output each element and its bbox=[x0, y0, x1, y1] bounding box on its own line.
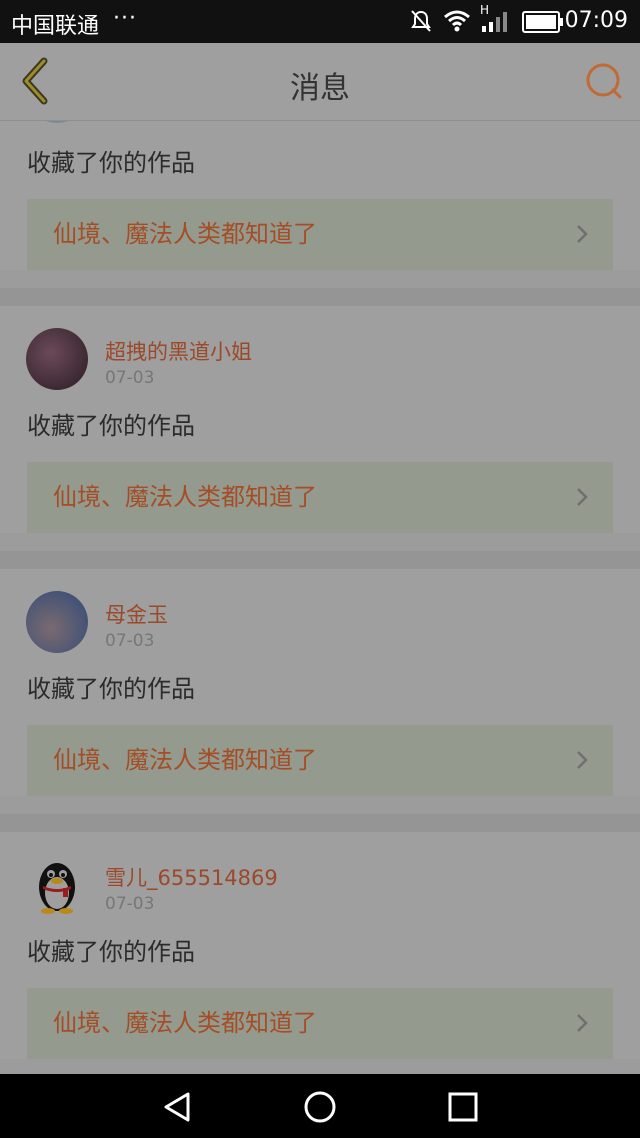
page-title: 消息 bbox=[290, 71, 350, 106]
list-item: 母金玉 07-03 收藏了你的作品 仙境、魔法人类都知道了 bbox=[0, 569, 640, 796]
nav-recent-icon[interactable] bbox=[446, 1090, 480, 1124]
username[interactable]: 超拽的黑道小姐 bbox=[105, 336, 252, 366]
message-action: 收藏了你的作品 bbox=[27, 149, 195, 177]
user-row[interactable]: 超拽的黑道小姐 07-03 bbox=[0, 306, 640, 402]
work-title: 仙境、魔法人类都知道了 bbox=[53, 220, 317, 248]
message-action: 收藏了你的作品 bbox=[27, 675, 195, 703]
chevron-right-icon bbox=[577, 1014, 588, 1032]
avatar[interactable] bbox=[26, 328, 88, 390]
nav-home-icon[interactable] bbox=[303, 1090, 337, 1124]
message-action: 收藏了你的作品 bbox=[27, 938, 195, 966]
username[interactable]: 母金玉 bbox=[105, 599, 168, 629]
timestamp: 07-03 bbox=[105, 894, 155, 914]
timestamp: 07-03 bbox=[105, 368, 155, 388]
mute-icon bbox=[411, 10, 431, 32]
more-notifications-indicator: ··· bbox=[113, 6, 137, 31]
divider bbox=[0, 814, 640, 832]
message-list: 收藏了你的作品 仙境、魔法人类都知道了 超拽的黑道小姐 07-03 收藏了你的作… bbox=[0, 121, 640, 1074]
work-title: 仙境、魔法人类都知道了 bbox=[53, 483, 317, 511]
battery-icon bbox=[522, 11, 563, 33]
work-title: 仙境、魔法人类都知道了 bbox=[53, 746, 317, 774]
list-item: 雪儿_655514869 07-03 收藏了你的作品 仙境、魔法人类都知道了 bbox=[0, 832, 640, 1059]
avatar[interactable] bbox=[26, 591, 88, 653]
list-item: 超拽的黑道小姐 07-03 收藏了你的作品 仙境、魔法人类都知道了 bbox=[0, 306, 640, 533]
nav-back-icon[interactable] bbox=[160, 1090, 194, 1124]
clock: 07:09 bbox=[564, 8, 628, 33]
chevron-right-icon bbox=[577, 751, 588, 769]
chevron-right-icon bbox=[577, 488, 588, 506]
work-link[interactable]: 仙境、魔法人类都知道了 bbox=[27, 462, 613, 533]
message-action: 收藏了你的作品 bbox=[27, 412, 195, 440]
header-bar: 消息 bbox=[0, 43, 640, 121]
signal-icon bbox=[482, 12, 507, 32]
chevron-right-icon bbox=[577, 225, 588, 243]
system-nav-bar bbox=[0, 1074, 640, 1138]
penguin-avatar-icon[interactable] bbox=[26, 854, 88, 916]
work-link[interactable]: 仙境、魔法人类都知道了 bbox=[27, 725, 613, 796]
user-row[interactable]: 雪儿_655514869 07-03 bbox=[0, 832, 640, 928]
username[interactable]: 雪儿_655514869 bbox=[105, 862, 278, 892]
divider bbox=[0, 551, 640, 569]
wifi-icon bbox=[444, 10, 470, 32]
divider bbox=[0, 288, 640, 306]
work-link[interactable]: 仙境、魔法人类都知道了 bbox=[27, 988, 613, 1059]
carrier-label: 中国联通 bbox=[11, 14, 100, 39]
search-icon[interactable] bbox=[584, 61, 624, 101]
work-title: 仙境、魔法人类都知道了 bbox=[53, 1009, 317, 1037]
timestamp: 07-03 bbox=[105, 631, 155, 651]
list-item: 收藏了你的作品 仙境、魔法人类都知道了 bbox=[0, 121, 640, 270]
status-bar: 中国联通 ··· H 07:09 bbox=[0, 0, 640, 43]
user-row[interactable]: 母金玉 07-03 bbox=[0, 569, 640, 665]
work-link[interactable]: 仙境、魔法人类都知道了 bbox=[27, 199, 613, 270]
